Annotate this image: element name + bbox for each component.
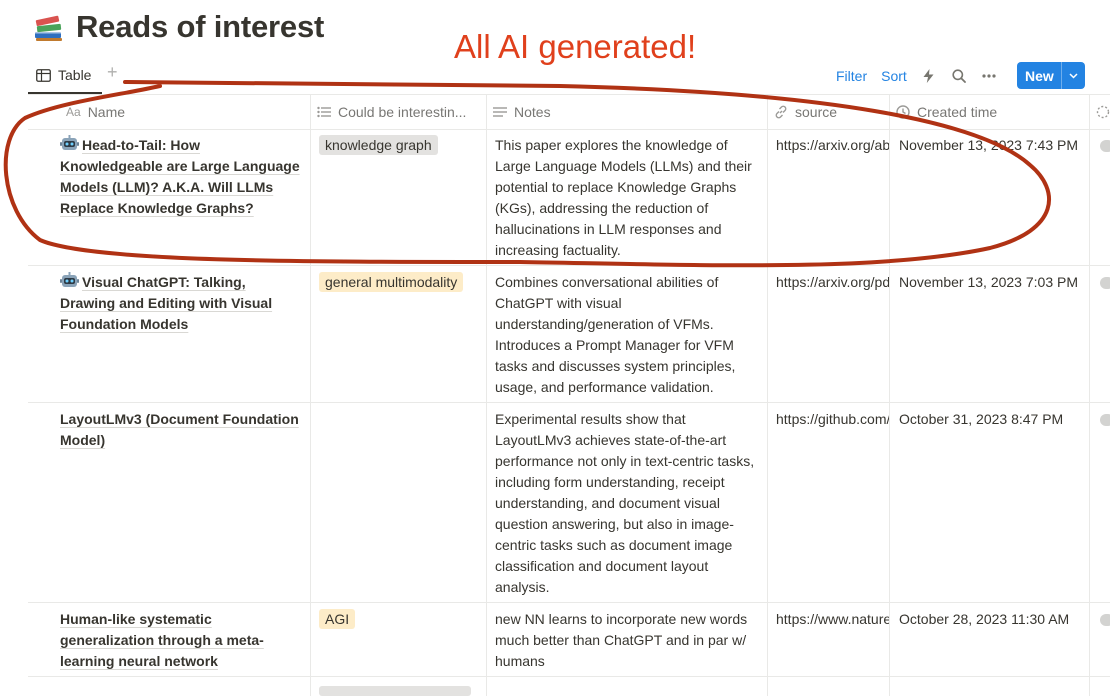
- add-view-button[interactable]: +: [107, 62, 118, 83]
- row-title[interactable]: Visual ChatGPT: Talking, Drawing and Edi…: [60, 274, 272, 332]
- tag: knowledge graph: [319, 135, 438, 155]
- cell-notes[interactable]: Combines conversational abilities of Cha…: [486, 265, 767, 402]
- column-label: Name: [87, 104, 126, 120]
- more-icon[interactable]: [981, 68, 997, 84]
- new-button[interactable]: New: [1017, 62, 1085, 89]
- annotation-text: All AI generated!: [454, 28, 697, 65]
- filter-button[interactable]: Filter: [836, 68, 867, 84]
- cell-status[interactable]: [1089, 265, 1110, 402]
- cell-name[interactable]: Visual ChatGPT: Talking, Drawing and Edi…: [28, 265, 310, 402]
- cell-notes[interactable]: Experimental results show that LayoutLMv…: [486, 402, 767, 602]
- column-label: source: [795, 104, 838, 120]
- column-header-source[interactable]: source: [767, 95, 889, 129]
- list-icon: [317, 106, 331, 118]
- cell-name[interactable]: Head-to-Tail: How Knowledgeable are Larg…: [28, 128, 310, 265]
- cell-created-time: October 31, 2023 8:47 PM: [889, 402, 1089, 602]
- cell-name[interactable]: LayoutLMv3 (Document Foundation Model): [28, 402, 310, 602]
- column-label: Created time: [917, 104, 998, 120]
- status-pill: [1100, 414, 1110, 426]
- search-icon[interactable]: [951, 68, 967, 84]
- new-button-label: New: [1025, 67, 1054, 84]
- cell-interest[interactable]: general multimodality: [310, 265, 486, 402]
- table-row[interactable]: LayoutLMv3 (Document Foundation Model) E…: [28, 402, 1110, 603]
- cell-name[interactable]: [28, 676, 310, 696]
- cell-source[interactable]: https://arxiv.org/pdf/2303.04671: [767, 265, 889, 402]
- cell-status[interactable]: [1089, 676, 1110, 696]
- column-header-name[interactable]: Aa Name: [28, 95, 310, 129]
- cell-interest[interactable]: AGI: [310, 602, 486, 676]
- robot-icon: [60, 272, 79, 287]
- table-row[interactable]: Visual ChatGPT: Talking, Drawing and Edi…: [28, 265, 1110, 403]
- chevron-down-icon[interactable]: [1062, 72, 1085, 79]
- row-title[interactable]: Head-to-Tail: How Knowledgeable are Larg…: [60, 137, 300, 216]
- books-icon: [35, 15, 62, 41]
- cell-created-time: [889, 676, 1089, 696]
- cell-notes[interactable]: new NN learns to incorporate new words m…: [486, 602, 767, 676]
- sort-button[interactable]: Sort: [881, 68, 907, 84]
- lightning-icon[interactable]: [921, 68, 937, 84]
- cell-status[interactable]: [1089, 602, 1110, 676]
- cell-created-time: November 13, 2023 7:43 PM: [889, 128, 1089, 265]
- tag: AGI: [319, 609, 356, 629]
- cell-source[interactable]: https://www.nature.com/articles: [767, 602, 889, 676]
- cell-status[interactable]: [1089, 402, 1110, 602]
- table-icon: [36, 68, 51, 82]
- cell-source[interactable]: https://arxiv.org/abs/2308.10168: [767, 128, 889, 265]
- page-title: Reads of interest: [76, 9, 325, 44]
- column-header-notes[interactable]: Notes: [486, 95, 767, 129]
- table-row-partial[interactable]: [28, 676, 1110, 696]
- column-label: Could be interestin...: [338, 104, 467, 120]
- page-header: Reads of interest: [32, 6, 324, 48]
- table-row[interactable]: Human-like systematic generalization thr…: [28, 602, 1110, 677]
- link-icon: [775, 105, 787, 119]
- status-pill: [1100, 277, 1110, 289]
- cell-source[interactable]: [767, 676, 889, 696]
- table-row[interactable]: Head-to-Tail: How Knowledgeable are Larg…: [28, 128, 1110, 266]
- clock-icon: [896, 105, 910, 119]
- tab-table[interactable]: Table: [36, 65, 91, 85]
- cell-interest[interactable]: [310, 676, 486, 696]
- status-icon: [1096, 105, 1110, 119]
- column-header-status[interactable]: [1089, 95, 1110, 129]
- column-header-created-time[interactable]: Created time: [889, 95, 1089, 129]
- cell-created-time: October 28, 2023 11:30 AM: [889, 602, 1089, 676]
- cell-notes[interactable]: [486, 676, 767, 696]
- row-title[interactable]: Human-like systematic generalization thr…: [60, 611, 264, 669]
- tag: [319, 686, 471, 696]
- column-header-interest[interactable]: Could be interestin...: [310, 95, 486, 129]
- cell-interest[interactable]: [310, 402, 486, 602]
- lines-icon: [493, 107, 507, 117]
- cell-created-time: November 13, 2023 7:03 PM: [889, 265, 1089, 402]
- robot-icon: [60, 135, 79, 150]
- column-label: Notes: [514, 104, 551, 120]
- tab-table-label: Table: [58, 67, 92, 83]
- cell-notes[interactable]: This paper explores the knowledge of Lar…: [486, 128, 767, 265]
- aa-text-icon: Aa: [66, 105, 81, 119]
- status-pill: [1100, 614, 1110, 626]
- table-header: Aa Name Could be interestin... Notes sou…: [28, 94, 1110, 130]
- cell-name[interactable]: Human-like systematic generalization thr…: [28, 602, 310, 676]
- status-pill: [1100, 140, 1110, 152]
- tag: general multimodality: [319, 272, 464, 292]
- cell-status[interactable]: [1089, 128, 1110, 265]
- cell-interest[interactable]: knowledge graph: [310, 128, 486, 265]
- row-title[interactable]: LayoutLMv3 (Document Foundation Model): [60, 411, 299, 448]
- cell-source[interactable]: https://github.com/microsoft/unilm: [767, 402, 889, 602]
